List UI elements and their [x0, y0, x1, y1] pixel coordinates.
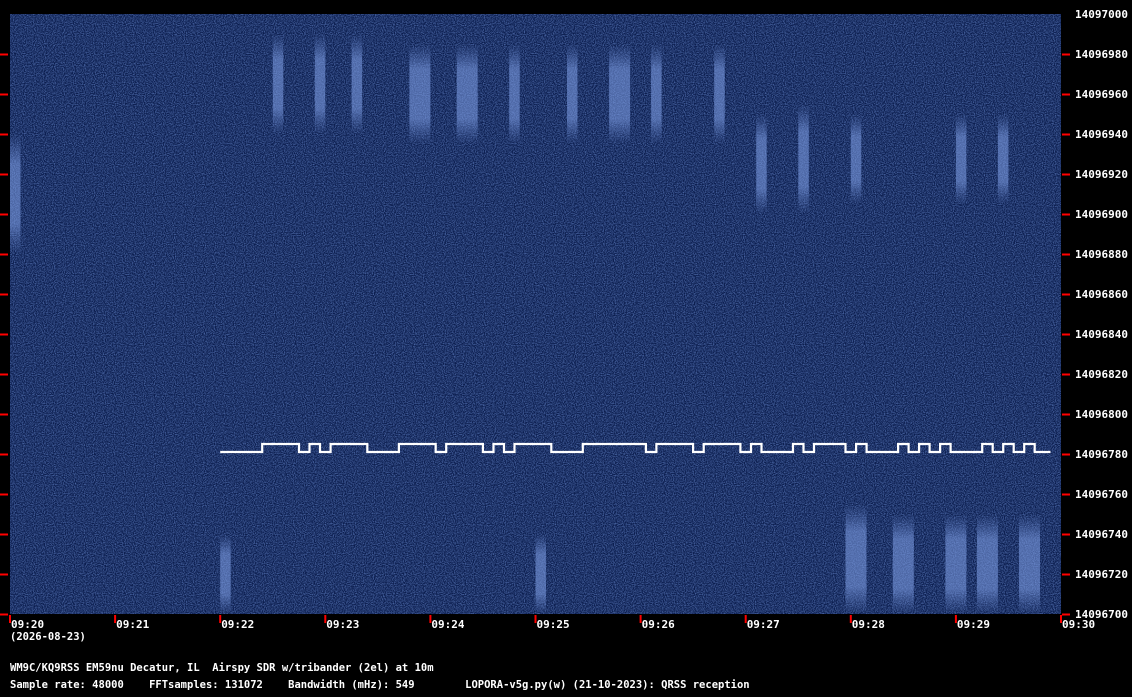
y-tick-label-8: 14096840 — [1075, 328, 1128, 341]
faint-signal-12 — [798, 104, 809, 214]
faint-signal-11 — [756, 114, 767, 214]
faint-signal-20 — [945, 514, 967, 614]
y-tick-label-9: 14096820 — [1075, 368, 1128, 381]
y-tick-label-10: 14096800 — [1075, 408, 1128, 421]
x-tick-label-4: 09:24 — [431, 618, 464, 631]
spectrogram-chart: 14097000 14096980 14096960 14096940 14096920… — [0, 8, 1128, 631]
y-tick-label-5: 14096900 — [1075, 208, 1128, 221]
faint-signal-1 — [272, 34, 284, 134]
y-tick-label-11: 14096780 — [1075, 448, 1128, 461]
x-tick-label-5: 09:25 — [537, 618, 570, 631]
footer-settings-line: Sample rate: 48000 FFTsamples: 131072 Ba… — [10, 679, 750, 691]
y-tick-label-0: 14097000 — [1075, 8, 1128, 21]
x-tick-label-9: 09:29 — [957, 618, 990, 631]
x-tick-label-6: 09:26 — [642, 618, 675, 631]
faint-signal-21 — [976, 514, 998, 614]
faint-signal-22 — [1019, 514, 1040, 614]
x-tick-label-10: 09:30 — [1062, 618, 1095, 631]
x-tick-label-8: 09:28 — [852, 618, 885, 631]
faint-signal-15 — [997, 114, 1009, 204]
faint-signal-5 — [456, 44, 478, 144]
faint-signal-9 — [651, 44, 662, 144]
y-tick-label-1: 14096980 — [1075, 48, 1128, 61]
date-label: (2026-08-23) — [10, 631, 86, 643]
faint-signal-17 — [535, 534, 546, 614]
faint-signal-10 — [714, 44, 725, 144]
faint-signal-19 — [892, 514, 914, 614]
faint-signal-6 — [509, 44, 520, 144]
y-tick-label-6: 14096880 — [1075, 248, 1128, 261]
faint-signal-0 — [10, 134, 21, 254]
faint-signal-7 — [567, 44, 578, 144]
faint-signal-13 — [850, 114, 862, 204]
faint-signal-2 — [314, 34, 326, 134]
faint-signal-16 — [220, 534, 231, 614]
y-tick-label-4: 14096920 — [1075, 168, 1128, 181]
faint-signal-8 — [609, 44, 631, 144]
grabber-window: 14097000 14096980 14096960 14096940 14096920… — [0, 0, 1132, 697]
x-tick-label-3: 09:23 — [326, 618, 359, 631]
y-tick-label-2: 14096960 — [1075, 88, 1128, 101]
y-tick-label-13: 14096740 — [1075, 528, 1128, 541]
x-axis: 09:20 09:21 09:22 09:23 09:24 09:25 09:26 09:27… — [9, 615, 1095, 631]
x-tick-label-0: 09:20 — [11, 618, 44, 631]
y-tick-label-12: 14096760 — [1075, 488, 1128, 501]
x-tick-label-1: 09:21 — [116, 618, 149, 631]
x-tick-label-7: 09:27 — [747, 618, 780, 631]
x-tick-label-2: 09:22 — [221, 618, 254, 631]
y-tick-label-14: 14096720 — [1075, 568, 1128, 581]
footer-station-line: WM9C/KQ9RSS EM59nu Decatur, IL Airspy SD… — [10, 662, 434, 674]
faint-signal-14 — [955, 114, 967, 204]
faint-signal-18 — [845, 504, 867, 614]
faint-signal-4 — [409, 44, 431, 144]
faint-signal-3 — [351, 34, 363, 134]
y-tick-label-3: 14096940 — [1075, 128, 1128, 141]
y-tick-label-7: 14096860 — [1075, 288, 1128, 301]
